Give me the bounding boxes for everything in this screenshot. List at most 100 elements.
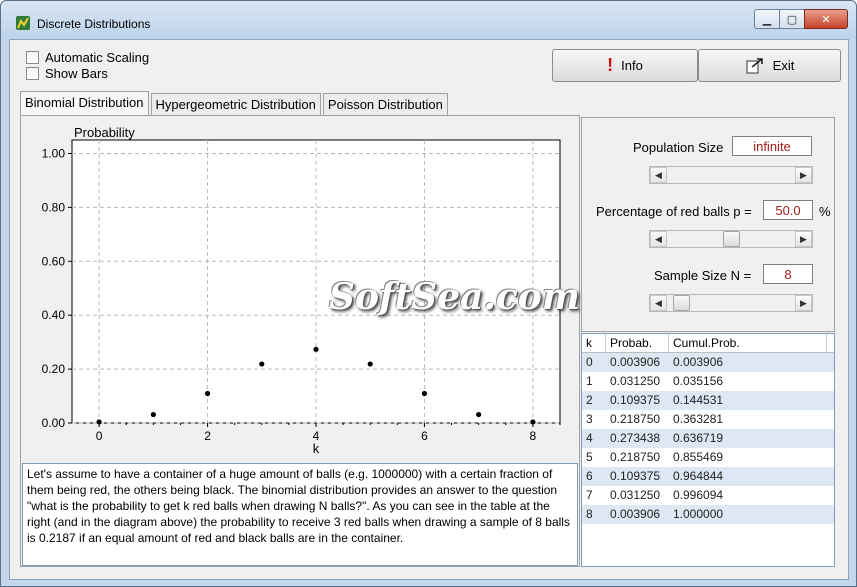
- cell-k: 6: [586, 469, 593, 483]
- tab-poisson[interactable]: Poisson Distribution: [322, 93, 448, 115]
- binomial-panel: Probability 0.00 0.20 0.40 0.60 0.80 1.00 0 2 4 6…: [20, 115, 580, 567]
- cell-k: 4: [586, 431, 593, 445]
- percentage-unit: %: [819, 204, 831, 219]
- table-row[interactable]: 6 0.109375 0.964844: [582, 467, 834, 486]
- tab-binomial[interactable]: Binomial Distribution: [20, 91, 149, 115]
- data-point-0: [96, 419, 102, 425]
- percentage-label: Percentage of red balls p =: [596, 204, 752, 219]
- close-button[interactable]: ✕: [804, 9, 848, 29]
- table-row[interactable]: 3 0.218750 0.363281: [582, 410, 834, 429]
- exit-button[interactable]: Exit: [698, 49, 841, 82]
- column-header-k[interactable]: k: [582, 334, 606, 352]
- data-point-3: [259, 361, 265, 367]
- automatic-scaling-label: Automatic Scaling: [45, 50, 150, 65]
- cell-probab: 0.003906: [610, 507, 661, 521]
- data-point-4: [313, 346, 319, 352]
- cell-probab: 0.218750: [610, 412, 661, 426]
- minimize-button[interactable]: ▁: [754, 9, 780, 29]
- scroll-left-icon[interactable]: ◀: [650, 167, 667, 183]
- table-row[interactable]: 7 0.031250 0.996094: [582, 486, 834, 505]
- x-tick-label: 8: [530, 429, 537, 443]
- tab-hypergeometric[interactable]: Hypergeometric Distribution: [150, 93, 321, 115]
- info-button-label: Info: [621, 58, 643, 73]
- sample-size-label: Sample Size N =: [654, 268, 752, 283]
- y-tick-label: 0.40: [42, 308, 66, 322]
- table-row[interactable]: 2 0.109375 0.144531: [582, 391, 834, 410]
- population-size-value[interactable]: infinite: [732, 136, 812, 156]
- app-icon: [16, 16, 30, 30]
- cell-probab: 0.109375: [610, 469, 661, 483]
- description-box[interactable]: Let's assume to have a container of a hu…: [22, 463, 578, 566]
- data-point-8: [530, 419, 536, 425]
- description-text: Let's assume to have a container of a hu…: [27, 467, 570, 545]
- cell-k: 2: [586, 393, 593, 407]
- cell-probab: 0.109375: [610, 393, 661, 407]
- data-point-6: [421, 390, 428, 397]
- maximize-button[interactable]: ▢: [779, 9, 805, 29]
- slider-thumb[interactable]: [672, 295, 690, 311]
- probability-table[interactable]: k Probab. Cumul.Prob. 0 0.003906 0.003906 1…: [581, 333, 835, 567]
- column-header-cumul[interactable]: Cumul.Prob.: [669, 334, 827, 352]
- data-point-7: [476, 411, 482, 418]
- cell-k: 5: [586, 450, 593, 464]
- column-header-probab[interactable]: Probab.: [606, 334, 669, 352]
- sample-size-value[interactable]: 8: [763, 264, 813, 284]
- cell-probab: 0.218750: [610, 450, 661, 464]
- table-row[interactable]: 1 0.031250 0.035156: [582, 372, 834, 391]
- info-button[interactable]: ! Info: [552, 49, 698, 82]
- checkbox-box[interactable]: [26, 67, 39, 80]
- watermark-text: SoftSea.com: [329, 276, 580, 318]
- window-title: Discrete Distributions: [37, 17, 151, 31]
- cell-k: 3: [586, 412, 593, 426]
- cell-probab: 0.031250: [610, 374, 661, 388]
- exit-button-label: Exit: [772, 58, 795, 73]
- cell-cumul: 0.035156: [673, 374, 724, 388]
- maximize-icon: ▢: [786, 13, 798, 26]
- cell-cumul: 0.363281: [673, 412, 724, 426]
- cell-probab: 0.003906: [610, 355, 661, 369]
- slider-thumb[interactable]: [722, 231, 740, 247]
- cell-probab: 0.031250: [610, 488, 661, 502]
- percentage-slider[interactable]: ◀ ▶: [649, 230, 813, 248]
- sample-size-slider[interactable]: ◀ ▶: [649, 294, 813, 312]
- table-row[interactable]: 4 0.273438 0.636719: [582, 429, 834, 448]
- y-tick-label: 1.00: [42, 146, 66, 160]
- percentage-value[interactable]: 50.0: [763, 200, 813, 220]
- exit-door-icon: [746, 57, 763, 73]
- cell-cumul: 0.855469: [673, 450, 724, 464]
- table-row[interactable]: 8 0.003906 1.000000: [582, 505, 834, 524]
- scroll-right-icon[interactable]: ▶: [795, 167, 812, 183]
- population-size-label: Population Size: [633, 140, 724, 155]
- scroll-left-icon[interactable]: ◀: [650, 295, 667, 311]
- y-tick-label: 0.20: [42, 362, 66, 376]
- y-tick-label: 0.00: [42, 416, 66, 430]
- cell-k: 8: [586, 507, 593, 521]
- automatic-scaling-checkbox[interactable]: Automatic Scaling: [26, 50, 149, 65]
- cell-k: 0: [586, 355, 593, 369]
- show-bars-label: Show Bars: [45, 66, 108, 81]
- parameters-panel: Population Size infinite ◀ ▶ Percentage …: [581, 117, 835, 332]
- population-size-slider[interactable]: ◀ ▶: [649, 166, 813, 184]
- table-header: k Probab. Cumul.Prob.: [582, 334, 834, 353]
- checkbox-box[interactable]: [26, 51, 39, 64]
- title-bar[interactable]: Discrete Distributions ▁ ▢ ✕: [1, 1, 856, 39]
- x-tick-label: 0: [96, 429, 103, 443]
- table-row[interactable]: 5 0.218750 0.855469: [582, 448, 834, 467]
- cell-k: 7: [586, 488, 593, 502]
- show-bars-checkbox[interactable]: Show Bars: [26, 66, 108, 81]
- data-point-1: [150, 411, 156, 418]
- scroll-right-icon[interactable]: ▶: [795, 231, 812, 247]
- cell-probab: 0.273438: [610, 431, 661, 445]
- data-point-5: [367, 361, 373, 367]
- tab-bar: Binomial Distribution Hypergeometric Dis…: [20, 91, 450, 115]
- scroll-left-icon[interactable]: ◀: [650, 231, 667, 247]
- y-tick-label: 0.80: [42, 200, 66, 214]
- table-row[interactable]: 0 0.003906 0.003906: [582, 353, 834, 372]
- client-area: Automatic Scaling Show Bars ! Info Exit …: [9, 39, 849, 580]
- scroll-right-icon[interactable]: ▶: [795, 295, 812, 311]
- chart-area: Probability 0.00 0.20 0.40 0.60 0.80 1.00 0 2 4 6…: [23, 118, 580, 462]
- close-icon: ✕: [821, 13, 831, 26]
- cell-cumul: 1.000000: [673, 507, 724, 521]
- cell-cumul: 0.996094: [673, 488, 724, 502]
- table-body: 0 0.003906 0.003906 1 0.031250 0.035156 2 0.109…: [582, 353, 834, 524]
